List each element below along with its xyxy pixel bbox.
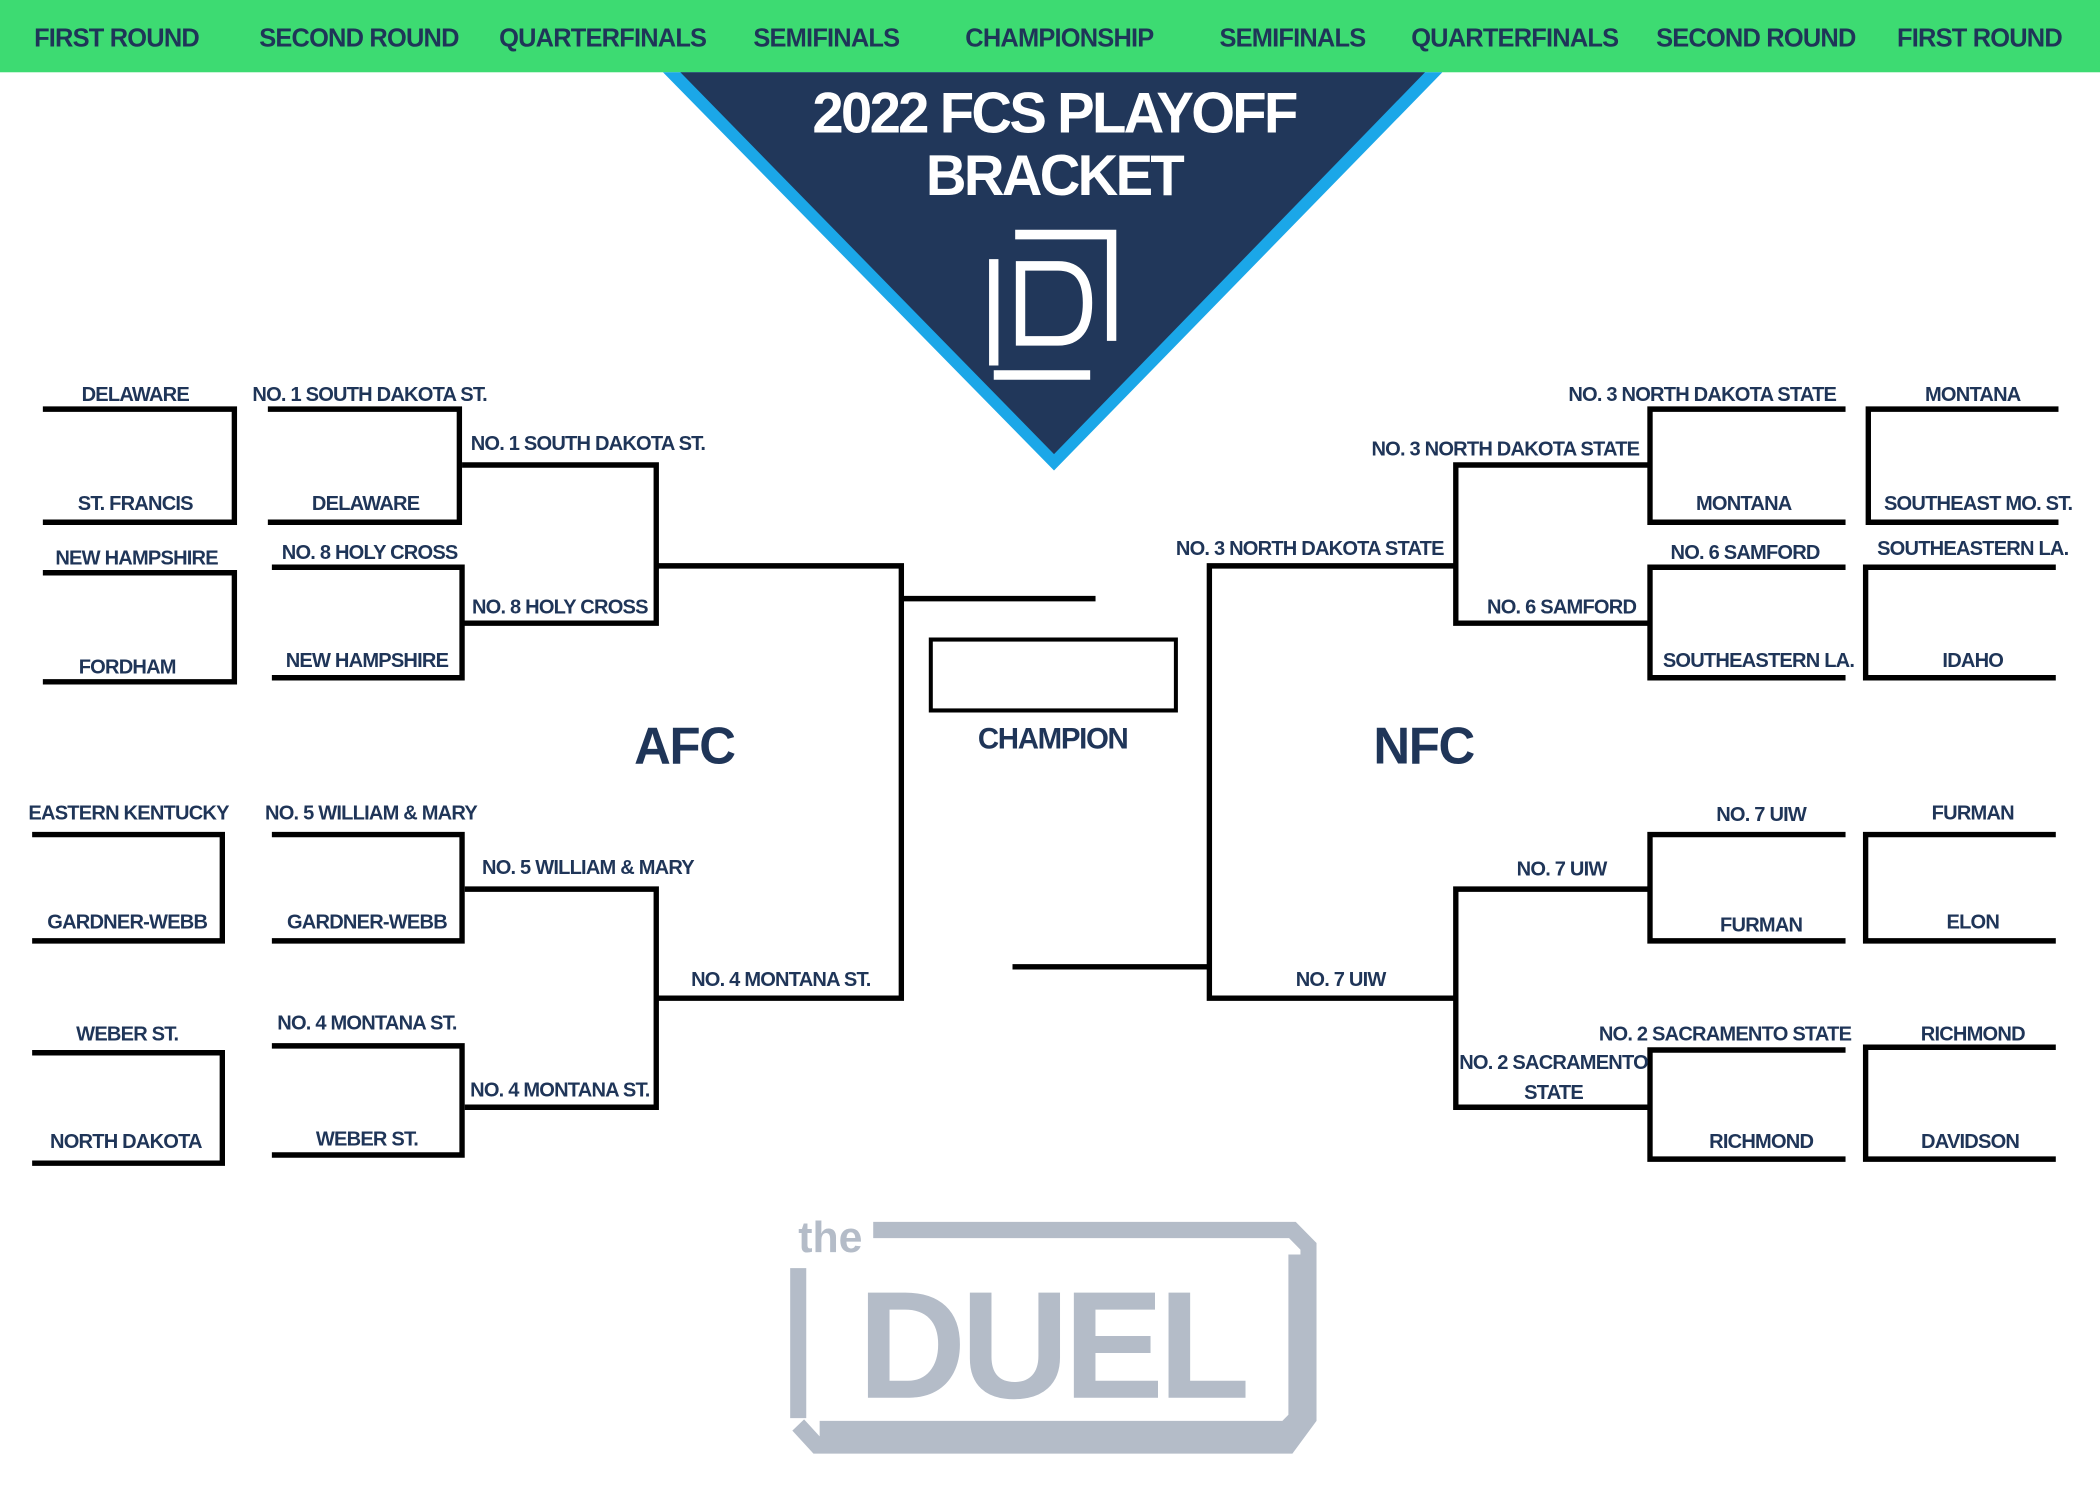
team-name: DELAWARE bbox=[312, 493, 420, 515]
team-name: WEBER ST. bbox=[316, 1128, 418, 1150]
team-name: NEW HAMPSHIRE bbox=[286, 650, 449, 672]
team-name: NO. 3 NORTH DAKOTA STATE bbox=[1568, 384, 1836, 406]
bracket-line bbox=[464, 886, 659, 1110]
round-label: QUARTERFINALS bbox=[1411, 24, 1619, 52]
team-name: SOUTHEASTERN LA. bbox=[1877, 538, 2068, 560]
team-name: FORDHAM bbox=[79, 656, 176, 678]
team-name: ELON bbox=[1946, 911, 1999, 933]
team-name: FURMAN bbox=[1932, 802, 2014, 824]
team-name: RICHMOND bbox=[1921, 1023, 2025, 1045]
team-name: NO. 8 HOLY CROSS bbox=[472, 596, 648, 618]
team-name: NO. 1 SOUTH DAKOTA ST. bbox=[471, 433, 706, 455]
team-name: NO. 6 SAMFORD bbox=[1671, 542, 1820, 564]
team-name: NO. 5 WILLIAM & MARY bbox=[482, 857, 695, 879]
bracket-line bbox=[1453, 886, 1650, 1110]
round-label: QUARTERFINALS bbox=[499, 24, 707, 52]
team-name: MONTANA bbox=[1696, 493, 1793, 515]
team-name: NO. 2 SACRAMENTO STATE bbox=[1599, 1023, 1852, 1045]
team-name: NO. 3 NORTH DAKOTA STATE bbox=[1176, 538, 1444, 560]
team-name: MONTANA bbox=[1925, 384, 2022, 406]
team-name: STATE bbox=[1524, 1082, 1583, 1104]
champion-label: CHAMPION bbox=[978, 722, 1128, 755]
bracket-line bbox=[1206, 563, 1456, 1001]
logo-the: the bbox=[798, 1213, 862, 1261]
team-name: NO. 4 MONTANA ST. bbox=[691, 969, 871, 991]
round-label: SECOND ROUND bbox=[1656, 24, 1856, 52]
team-name: NEW HAMPSHIRE bbox=[55, 547, 218, 569]
team-name: RICHMOND bbox=[1709, 1131, 1813, 1153]
team-name: NO. 5 WILLIAM & MARY bbox=[265, 802, 478, 824]
team-name: NO. 3 NORTH DAKOTA STATE bbox=[1371, 438, 1639, 460]
team-labels: DELAWARE ST. FRANCIS NEW HAMPSHIRE FORDHAM E… bbox=[28, 384, 2073, 1153]
team-name: NO. 8 HOLY CROSS bbox=[282, 542, 458, 564]
team-name: EASTERN KENTUCKY bbox=[28, 802, 230, 824]
team-name: DELAWARE bbox=[82, 384, 190, 406]
title-line-1: 2022 FCS PLAYOFF bbox=[812, 82, 1296, 146]
team-name: NO. 7 UIW bbox=[1517, 858, 1609, 880]
round-label: SEMIFINALS bbox=[1219, 24, 1366, 52]
team-name: NORTH DAKOTA bbox=[50, 1131, 203, 1153]
champion-box[interactable] bbox=[928, 637, 1178, 713]
logo-duel: DUEL bbox=[858, 1261, 1246, 1432]
round-label: CHAMPIONSHIP bbox=[965, 24, 1154, 52]
team-name: NO. 7 UIW bbox=[1296, 969, 1388, 991]
round-label: SECOND ROUND bbox=[259, 24, 459, 52]
team-name: NO. 4 MONTANA ST. bbox=[470, 1079, 650, 1101]
team-name: SOUTHEASTERN LA. bbox=[1663, 650, 1854, 672]
round-labels: FIRST ROUND SECOND ROUND QUARTERFINALS SEMI… bbox=[34, 24, 2063, 52]
team-name: DAVIDSON bbox=[1921, 1131, 2019, 1153]
round-label: SEMIFINALS bbox=[753, 24, 900, 52]
team-name: ST. FRANCIS bbox=[78, 493, 193, 515]
the-duel-logo: the DUEL bbox=[790, 1213, 1317, 1454]
team-name: NO. 7 UIW bbox=[1716, 804, 1808, 826]
team-name: GARDNER-WEBB bbox=[47, 911, 207, 933]
team-name: WEBER ST. bbox=[76, 1023, 178, 1045]
team-name: GARDNER-WEBB bbox=[287, 911, 447, 933]
team-name: IDAHO bbox=[1942, 650, 2003, 672]
team-name: FURMAN bbox=[1720, 914, 1802, 936]
playoff-bracket: FIRST ROUND SECOND ROUND QUARTERFINALS SEMI… bbox=[0, 0, 2100, 1454]
afc-label: AFC bbox=[634, 717, 735, 775]
team-name: NO. 6 SAMFORD bbox=[1487, 596, 1636, 618]
nfc-label: NFC bbox=[1373, 717, 1474, 775]
team-name: NO. 2 SACRAMENTO bbox=[1459, 1052, 1648, 1074]
team-name: SOUTHEAST MO. ST. bbox=[1884, 493, 2072, 515]
round-label: FIRST ROUND bbox=[1897, 24, 2062, 52]
round-label: FIRST ROUND bbox=[34, 24, 199, 52]
title-line-2: BRACKET bbox=[926, 145, 1185, 209]
bracket-lines bbox=[32, 406, 2059, 1166]
team-name: NO. 4 MONTANA ST. bbox=[277, 1012, 457, 1034]
bracket-line bbox=[656, 563, 905, 1001]
team-name: NO. 1 SOUTH DAKOTA ST. bbox=[252, 384, 487, 406]
